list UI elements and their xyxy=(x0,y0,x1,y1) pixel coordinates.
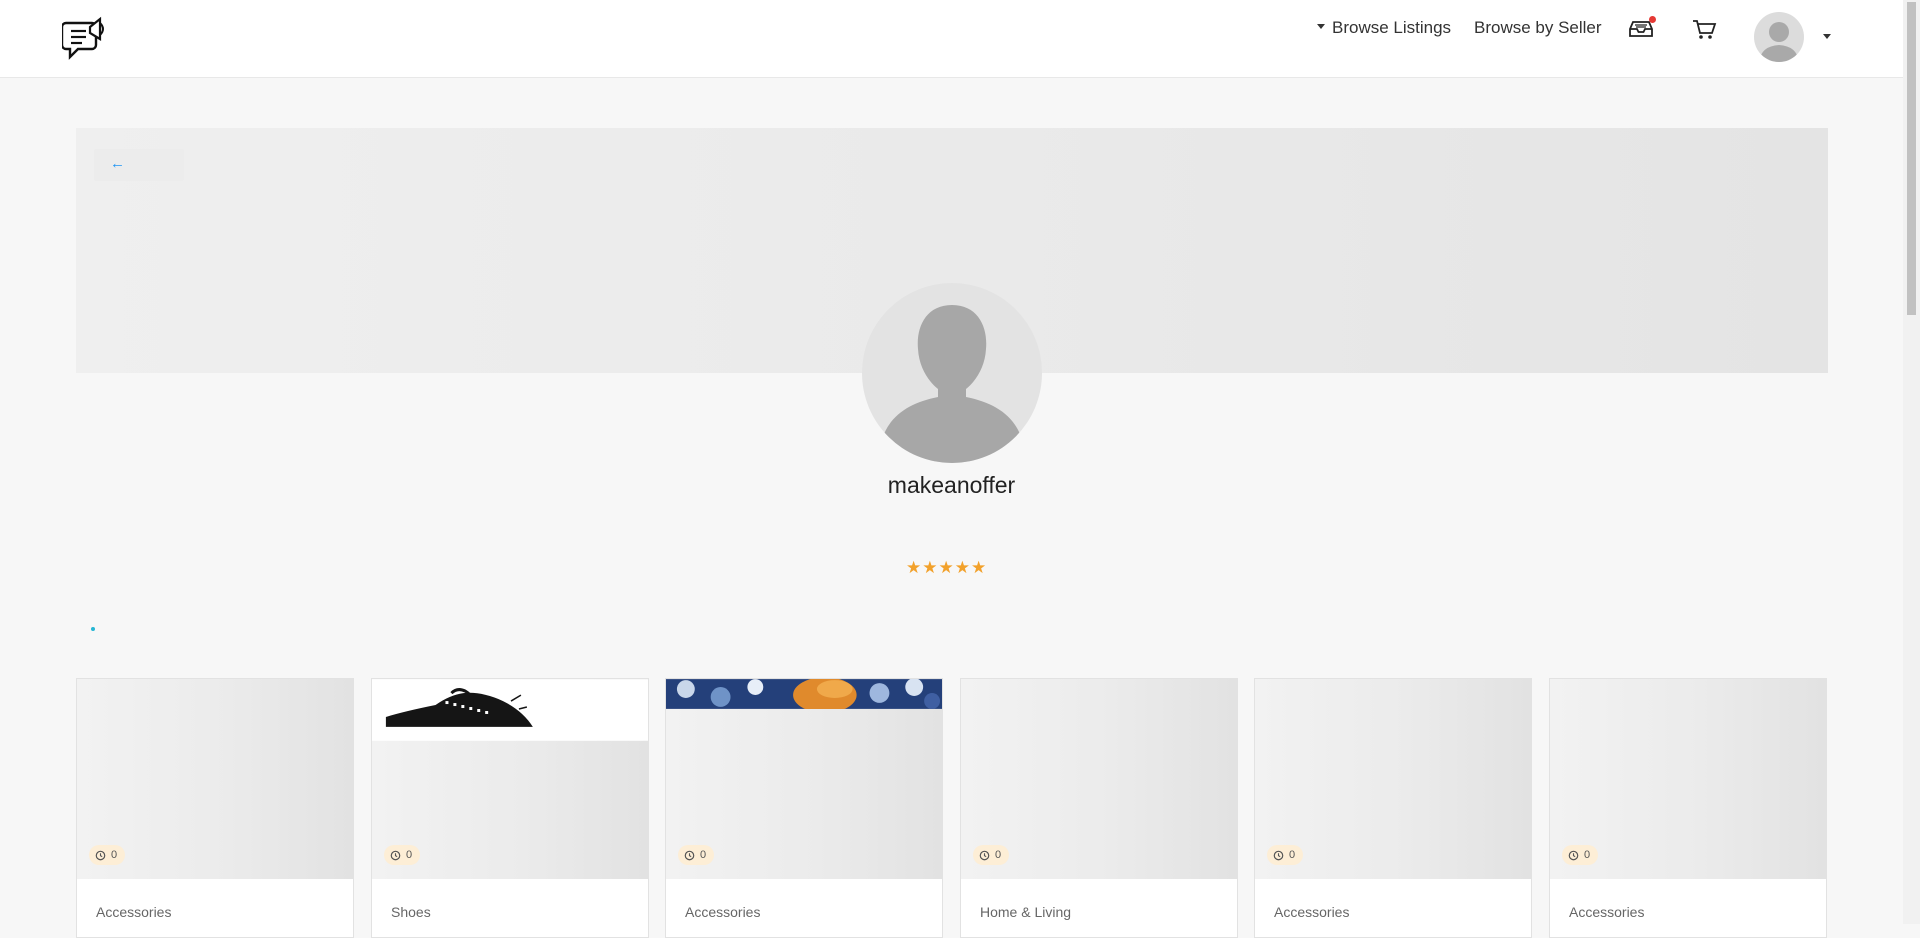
back-arrow-icon: ← xyxy=(110,155,125,172)
inbox-button[interactable] xyxy=(1627,16,1656,42)
cart-button[interactable] xyxy=(1690,16,1718,42)
floral-pattern-image xyxy=(666,679,942,709)
listing-category: Accessories xyxy=(1274,904,1350,920)
listing-category: Home & Living xyxy=(980,904,1072,920)
notification-dot xyxy=(1649,16,1656,23)
time-badge: 0 xyxy=(973,845,1010,865)
clock-icon xyxy=(684,850,695,860)
listing-category: Accessories xyxy=(1569,904,1645,920)
user-avatar[interactable] xyxy=(1754,12,1804,62)
scrollbar-thumb[interactable] xyxy=(1907,2,1916,315)
loading-indicator xyxy=(91,627,95,631)
time-badge: 0 xyxy=(1267,845,1304,865)
top-navbar: Browse Listings Browse by Seller xyxy=(0,0,1903,78)
caret-down-icon xyxy=(1317,24,1325,30)
time-badge: 0 xyxy=(1562,845,1599,865)
listing-card[interactable]: 0 Shoes xyxy=(371,678,649,938)
browse-by-seller-link[interactable]: Browse by Seller xyxy=(1474,18,1602,38)
time-badge-count: 0 xyxy=(1584,849,1591,861)
cart-icon xyxy=(1693,20,1717,39)
logo-icon[interactable] xyxy=(62,13,110,65)
listing-card[interactable]: 0 Accessories xyxy=(76,678,354,938)
clock-icon xyxy=(1568,850,1579,860)
user-silhouette-icon xyxy=(1759,22,1799,62)
sneaker-image xyxy=(372,679,648,741)
profile-avatar xyxy=(862,283,1042,463)
clock-icon xyxy=(95,850,106,860)
listing-card[interactable]: 0 Home & Living xyxy=(960,678,1238,938)
clock-icon xyxy=(1273,850,1284,860)
back-button[interactable]: ← xyxy=(94,149,184,181)
time-badge: 0 xyxy=(89,845,126,865)
listing-card[interactable]: 0 Accessories xyxy=(1254,678,1532,938)
listing-category: Accessories xyxy=(685,904,761,920)
time-badge-count: 0 xyxy=(111,849,118,861)
clock-icon xyxy=(979,850,990,860)
clock-icon xyxy=(390,850,401,860)
browse-listings-menu[interactable]: Browse Listings xyxy=(1317,18,1451,38)
page-scrollbar[interactable] xyxy=(1903,0,1920,924)
time-badge-count: 0 xyxy=(700,849,707,861)
listing-category: Accessories xyxy=(96,904,172,920)
listing-card[interactable]: 0 Accessories xyxy=(665,678,943,938)
rating-stars: ★★★★★ xyxy=(906,558,988,577)
listing-card[interactable]: 0 Accessories xyxy=(1549,678,1827,938)
listing-category: Shoes xyxy=(391,904,431,920)
browse-listings-label: Browse Listings xyxy=(1332,18,1452,37)
time-badge-count: 0 xyxy=(406,849,413,861)
user-menu-caret-icon[interactable] xyxy=(1823,34,1831,39)
time-badge-count: 0 xyxy=(1289,849,1296,861)
time-badge-count: 0 xyxy=(995,849,1002,861)
time-badge: 0 xyxy=(384,845,421,865)
seller-username: makeanoffer xyxy=(887,472,1016,498)
time-badge: 0 xyxy=(678,845,715,865)
user-silhouette-icon xyxy=(880,305,1024,463)
